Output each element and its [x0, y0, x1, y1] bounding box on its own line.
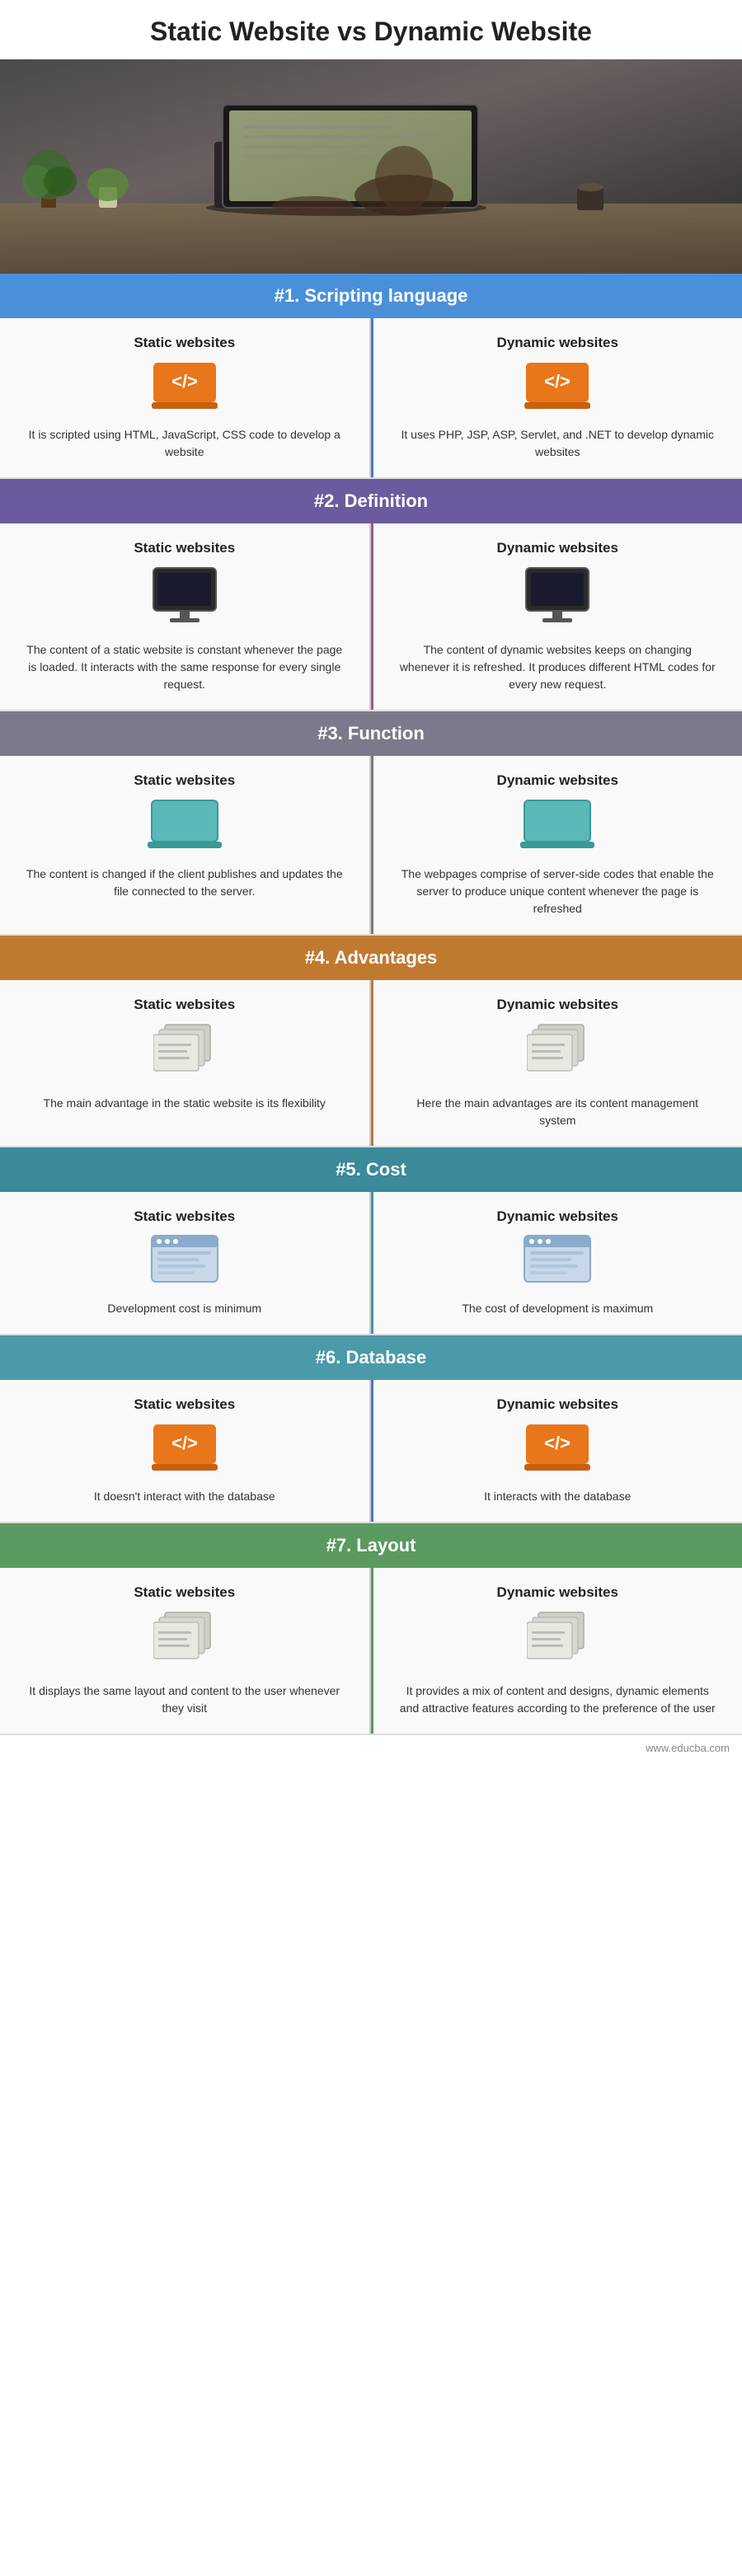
- dynamic-title-definition: Dynamic websites: [497, 540, 618, 556]
- svg-text:</>: </>: [544, 371, 571, 392]
- dynamic-title-advantages: Dynamic websites: [497, 997, 618, 1013]
- static-text-advantages: The main advantage in the static website…: [44, 1095, 326, 1112]
- footer-url: www.educba.com: [646, 1742, 730, 1754]
- static-col-advantages: Static websites The main advantage in th…: [0, 980, 371, 1146]
- dynamic-title-scripting: Dynamic websites: [497, 335, 618, 351]
- section-header-database: #6. Database: [0, 1335, 742, 1380]
- sections-container: #1. Scripting language Static websites <…: [0, 274, 742, 1735]
- static-text-database: It doesn't interact with the database: [94, 1488, 275, 1505]
- dynamic-col-database: Dynamic websites </> It interacts with t…: [373, 1380, 742, 1522]
- svg-text:</>: </>: [171, 1433, 198, 1453]
- dynamic-text-layout: It provides a mix of content and designs…: [398, 1682, 718, 1717]
- static-title-cost: Static websites: [134, 1208, 235, 1225]
- dynamic-col-definition: Dynamic websites The content of dynamic …: [373, 523, 742, 710]
- static-title-database: Static websites: [134, 1396, 235, 1413]
- section-database: #6. Database Static websites </> It does…: [0, 1335, 742, 1523]
- dynamic-title-function: Dynamic websites: [497, 772, 618, 789]
- browser-icon-static-cost: [151, 1235, 218, 1288]
- dynamic-col-layout: Dynamic websites It provides a mix of co…: [373, 1568, 742, 1734]
- static-text-definition: The content of a static website is const…: [25, 641, 345, 693]
- section-header-scripting: #1. Scripting language: [0, 274, 742, 318]
- static-col-scripting: Static websites </> It is scripted using…: [0, 318, 371, 477]
- static-col-layout: Static websites It displays the same lay…: [0, 1568, 371, 1734]
- section-header-advantages: #4. Advantages: [0, 936, 742, 980]
- dynamic-text-database: It interacts with the database: [484, 1488, 631, 1505]
- files-icon-static-layout: [153, 1611, 215, 1671]
- static-col-database: Static websites </> It doesn't interact …: [0, 1380, 371, 1522]
- static-title-scripting: Static websites: [134, 335, 235, 351]
- dynamic-text-cost: The cost of development is maximum: [462, 1300, 653, 1317]
- static-text-scripting: It is scripted using HTML, JavaScript, C…: [25, 426, 345, 461]
- dynamic-col-scripting: Dynamic websites </> It uses PHP, JSP, A…: [373, 318, 742, 477]
- dynamic-title-database: Dynamic websites: [497, 1396, 618, 1413]
- teal-laptop-icon-static: [148, 799, 222, 854]
- section-advantages: #4. Advantages Static websites The main …: [0, 936, 742, 1147]
- section-layout: #7. Layout Static websites It displays t…: [0, 1523, 742, 1735]
- section-header-cost: #5. Cost: [0, 1147, 742, 1192]
- section-header-function: #3. Function: [0, 711, 742, 756]
- svg-text:</>: </>: [544, 1433, 571, 1453]
- footer: www.educba.com: [0, 1735, 742, 1761]
- browser-icon-dynamic-cost: [524, 1235, 591, 1288]
- static-text-function: The content is changed if the client pub…: [25, 866, 345, 900]
- section-scripting: #1. Scripting language Static websites <…: [0, 274, 742, 479]
- section-header-definition: #2. Definition: [0, 479, 742, 523]
- dynamic-text-scripting: It uses PHP, JSP, ASP, Servlet, and .NET…: [398, 426, 718, 461]
- code-laptop-icon-dynamic-scripting: </>: [524, 361, 590, 415]
- dynamic-title-cost: Dynamic websites: [497, 1208, 618, 1225]
- static-text-cost: Development cost is minimum: [107, 1300, 261, 1317]
- teal-laptop-icon-dynamic: [520, 799, 594, 854]
- monitor-icon-dynamic: [524, 566, 590, 630]
- static-title-definition: Static websites: [134, 540, 235, 556]
- section-cost: #5. Cost Static websites: [0, 1147, 742, 1335]
- static-text-layout: It displays the same layout and content …: [25, 1682, 345, 1717]
- dynamic-title-layout: Dynamic websites: [497, 1584, 618, 1601]
- static-col-function: Static websites The content is changed i…: [0, 756, 371, 934]
- code-laptop-icon-static-scripting: </>: [152, 361, 218, 415]
- dynamic-text-function: The webpages comprise of server-side cod…: [398, 866, 718, 917]
- section-definition: #2. Definition Static websites The conte…: [0, 479, 742, 711]
- monitor-icon-static: [152, 566, 218, 630]
- main-title: Static Website vs Dynamic Website: [0, 0, 742, 59]
- static-title-layout: Static websites: [134, 1584, 235, 1601]
- section-function: #3. Function Static websites The content…: [0, 711, 742, 936]
- static-title-function: Static websites: [134, 772, 235, 789]
- static-col-definition: Static websites The content of a static …: [0, 523, 371, 710]
- svg-text:</>: </>: [171, 371, 198, 392]
- static-col-cost: Static websites Develo: [0, 1192, 371, 1334]
- dynamic-col-cost: Dynamic websites The c: [373, 1192, 742, 1334]
- hero-image: [0, 59, 742, 274]
- section-header-layout: #7. Layout: [0, 1523, 742, 1568]
- dynamic-col-function: Dynamic websites The webpages comprise o…: [373, 756, 742, 934]
- files-icon-static-advantages: [153, 1023, 215, 1083]
- dynamic-text-advantages: Here the main advantages are its content…: [398, 1095, 718, 1129]
- dynamic-text-definition: The content of dynamic websites keeps on…: [398, 641, 718, 693]
- code-laptop-icon-dynamic-database: </>: [524, 1423, 590, 1476]
- files-icon-dynamic-advantages: [527, 1023, 589, 1083]
- code-laptop-icon-static-database: </>: [152, 1423, 218, 1476]
- files-icon-dynamic-layout: [527, 1611, 589, 1671]
- dynamic-col-advantages: Dynamic websites Here the main advantage…: [373, 980, 742, 1146]
- static-title-advantages: Static websites: [134, 997, 235, 1013]
